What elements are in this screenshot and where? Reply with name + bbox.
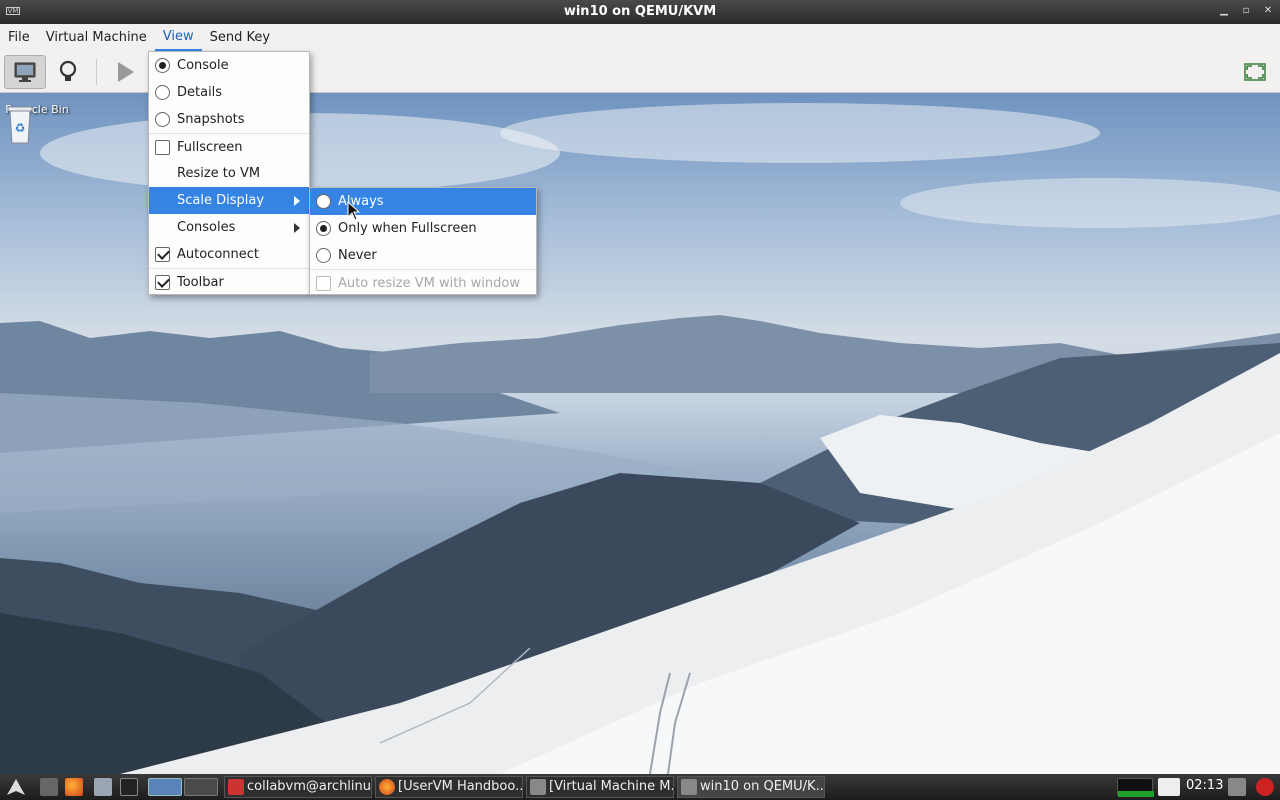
radio-unchecked-icon xyxy=(155,112,170,127)
menu-item-consoles[interactable]: Consoles xyxy=(149,214,309,241)
terminal-launcher-icon[interactable] xyxy=(120,778,138,796)
radio-unchecked-icon xyxy=(316,194,331,209)
menu-item-console[interactable]: Console xyxy=(149,52,309,79)
console-view-button[interactable] xyxy=(4,55,46,89)
clock: 02:13 xyxy=(1186,778,1224,793)
menu-item-details[interactable]: Details xyxy=(149,79,309,106)
menu-item-fullscreen[interactable]: Fullscreen xyxy=(149,133,309,160)
task-firefox[interactable]: [UserVM Handboo... xyxy=(375,776,523,798)
scale-display-submenu: Always Only when Fullscreen Never Auto r… xyxy=(309,187,537,295)
radio-checked-icon xyxy=(316,221,331,236)
menubar: File Virtual Machine View Send Key xyxy=(0,24,1280,51)
maximize-icon[interactable]: ▫ xyxy=(1240,5,1252,17)
checkbox-checked-icon xyxy=(155,275,170,290)
radio-unchecked-icon xyxy=(155,85,170,100)
virt-manager-icon xyxy=(530,779,546,795)
cpu-monitor-graph xyxy=(1117,778,1154,797)
svg-text:♻: ♻ xyxy=(15,121,26,135)
task-virt-manager[interactable]: [Virtual Machine M... xyxy=(526,776,674,798)
task-terminal[interactable]: collabvm@archlinu... xyxy=(224,776,372,798)
checkbox-unchecked-icon xyxy=(155,140,170,155)
recycle-bin-icon: ♻ xyxy=(7,106,33,144)
radio-checked-icon xyxy=(155,58,170,73)
firefox-launcher-icon[interactable] xyxy=(65,778,83,796)
terminal-icon xyxy=(228,779,244,795)
taskbar: collabvm@archlinu... [UserVM Handboo... … xyxy=(0,774,1280,800)
show-desktop-icon[interactable] xyxy=(40,778,58,796)
details-view-button[interactable] xyxy=(47,55,89,89)
menu-item-resize-to-vm[interactable]: Resize to VM xyxy=(149,160,309,187)
submenu-arrow-icon xyxy=(294,223,300,233)
radio-unchecked-icon xyxy=(316,248,331,263)
view-menu: Console Details Snapshots Fullscreen Res… xyxy=(148,51,310,295)
window-titlebar[interactable]: VM win10 on QEMU/KVM ▁ ▫ ✕ xyxy=(0,0,1280,24)
window-title: win10 on QEMU/KVM xyxy=(563,4,717,19)
menu-item-autoconnect[interactable]: Autoconnect xyxy=(149,241,309,268)
power-icon[interactable] xyxy=(1256,778,1274,796)
menu-file[interactable]: File xyxy=(0,24,38,51)
submenu-arrow-icon xyxy=(294,196,300,206)
close-icon[interactable]: ✕ xyxy=(1262,5,1274,17)
logout-icon[interactable] xyxy=(1158,778,1180,796)
lightbulb-icon xyxy=(59,60,77,81)
menu-virtual-machine[interactable]: Virtual Machine xyxy=(38,24,155,51)
submenu-item-only-when-fullscreen[interactable]: Only when Fullscreen xyxy=(310,215,536,242)
minimize-icon[interactable]: ▁ xyxy=(1218,5,1230,17)
file-manager-icon[interactable] xyxy=(94,778,112,796)
menu-send-key[interactable]: Send Key xyxy=(202,24,278,51)
monitor-icon xyxy=(14,62,36,82)
recycle-bin[interactable]: ♻ Recycle Bin xyxy=(4,101,70,144)
menu-item-toolbar[interactable]: Toolbar xyxy=(149,268,309,295)
play-icon xyxy=(118,62,134,82)
firefox-icon xyxy=(379,779,395,795)
mouse-cursor-icon xyxy=(347,201,361,221)
checkbox-checked-icon xyxy=(155,247,170,262)
submenu-item-always[interactable]: Always xyxy=(310,188,536,215)
submenu-item-never[interactable]: Never xyxy=(310,242,536,269)
virt-manager-icon xyxy=(681,779,697,795)
menu-item-scale-display[interactable]: Scale Display xyxy=(149,187,309,214)
menu-view[interactable]: View xyxy=(154,24,202,51)
arch-menu-icon[interactable] xyxy=(6,778,25,796)
submenu-item-auto-resize: Auto resize VM with window xyxy=(310,269,536,296)
menu-item-snapshots[interactable]: Snapshots xyxy=(149,106,309,133)
run-button[interactable] xyxy=(104,55,146,89)
task-win10-console[interactable]: win10 on QEMU/K... xyxy=(677,776,825,798)
fullscreen-icon xyxy=(1244,63,1266,81)
fullscreen-button[interactable] xyxy=(1234,55,1276,89)
workspace-2[interactable] xyxy=(184,778,218,796)
workspace-1[interactable] xyxy=(148,778,182,796)
tray-icon[interactable] xyxy=(1228,778,1246,796)
checkbox-disabled-icon xyxy=(316,276,331,291)
